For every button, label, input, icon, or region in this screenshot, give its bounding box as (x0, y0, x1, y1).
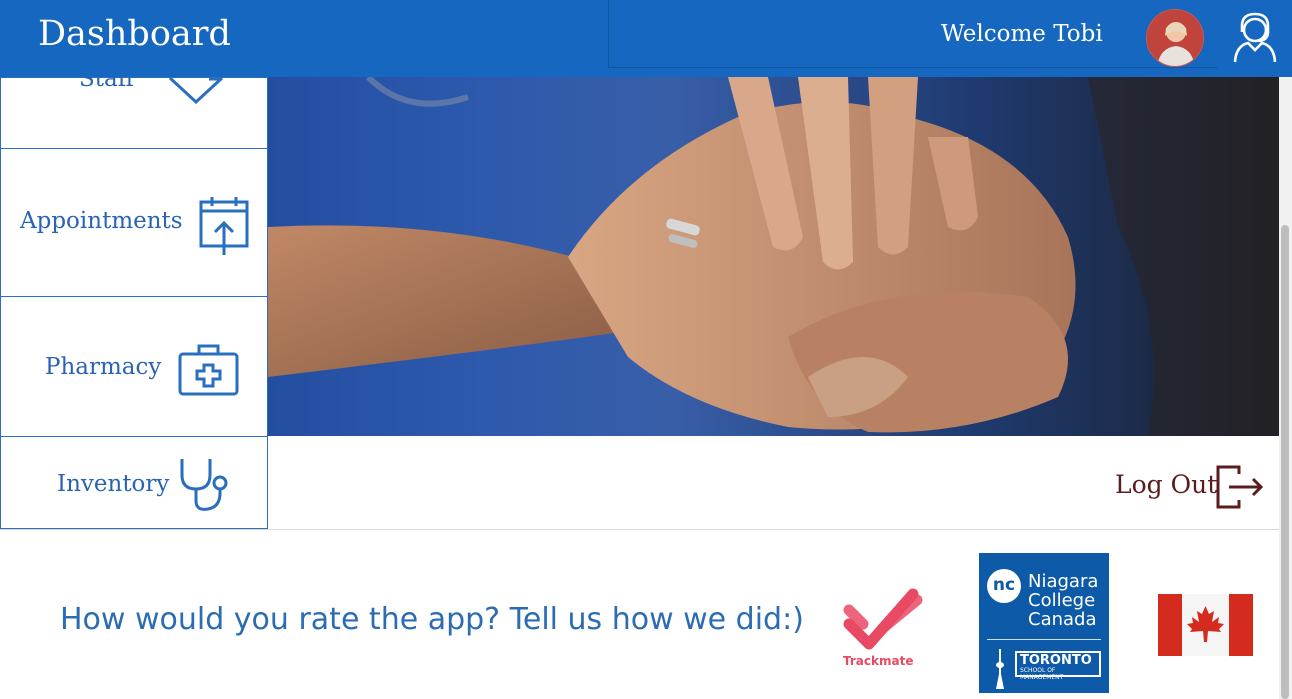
trackmate-label: Trackmate (843, 654, 914, 668)
page-title: Dashboard (38, 14, 231, 54)
scrollbar-thumb[interactable] (1281, 225, 1289, 699)
toronto-box: TORONTO SCHOOL OF MANAGEMENT (1015, 651, 1101, 681)
sidebar-item-inventory[interactable]: Inventory (0, 436, 268, 529)
logout-icon[interactable] (1215, 464, 1265, 510)
avatar[interactable] (1146, 9, 1204, 67)
calendar-icon (199, 197, 249, 255)
section-divider (0, 529, 1279, 530)
logout-button[interactable]: Log Out (1115, 470, 1217, 499)
top-bar: Dashboard Welcome Tobi (0, 0, 1292, 77)
nc-line2: College (1028, 590, 1096, 611)
medical-kit-icon (178, 344, 239, 396)
cn-tower-icon (996, 649, 1004, 689)
hero-image (268, 77, 1279, 436)
sidebar-item-staff[interactable]: Staff (0, 66, 268, 149)
nc-badge: nc (987, 569, 1021, 603)
sidebar-item-pharmacy[interactable]: Pharmacy (0, 296, 268, 437)
sidebar-item-label: Appointments (20, 208, 183, 234)
header-divider (608, 0, 1218, 68)
stethoscope-icon (180, 459, 228, 511)
canada-flag-icon (1158, 594, 1253, 656)
nc-campus-sub: SCHOOL OF MANAGEMENT (1020, 667, 1064, 681)
nc-campus: TORONTO (1020, 653, 1092, 668)
sidebar-item-label: Pharmacy (45, 354, 162, 380)
niagara-college-logo: nc Niagara College Canada TORONTO SCHOOL… (979, 553, 1109, 693)
rating-prompt[interactable]: How would you rate the app? Tell us how … (60, 602, 804, 637)
nc-line1: Niagara (1028, 571, 1099, 592)
staff-icon (168, 76, 224, 105)
nc-separator (987, 639, 1101, 640)
nc-line3: Canada (1028, 609, 1097, 630)
support-agent-icon[interactable] (1230, 10, 1280, 64)
sidebar-item-label: Inventory (57, 471, 170, 497)
welcome-text: Welcome Tobi (941, 21, 1103, 47)
sidebar-item-appointments[interactable]: Appointments (0, 148, 268, 297)
